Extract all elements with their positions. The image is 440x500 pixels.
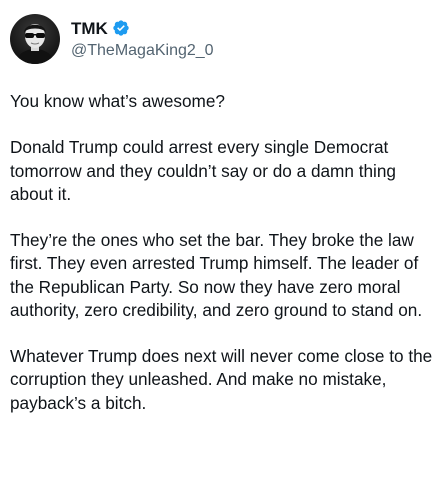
display-name[interactable]: TMK xyxy=(71,18,108,39)
post-paragraph: Whatever Trump does next will never come… xyxy=(10,346,433,413)
author-names: TMK @TheMagaKing2_0 xyxy=(71,18,214,61)
avatar-image xyxy=(14,24,56,64)
post-paragraph: They’re the ones who set the bar. They b… xyxy=(10,230,423,320)
post-paragraph: You know what’s awesome? xyxy=(10,91,225,111)
avatar[interactable] xyxy=(10,14,60,64)
post-text: You know what’s awesome? Donald Trump co… xyxy=(10,90,434,438)
name-row: TMK xyxy=(71,18,214,39)
verified-badge-icon xyxy=(112,19,130,37)
post-paragraph: Donald Trump could arrest every single D… xyxy=(10,137,396,204)
handle[interactable]: @TheMagaKing2_0 xyxy=(71,40,214,61)
post: TMK @TheMagaKing2_0 You know what’s awes… xyxy=(0,0,440,500)
post-header: TMK @TheMagaKing2_0 xyxy=(10,14,214,64)
